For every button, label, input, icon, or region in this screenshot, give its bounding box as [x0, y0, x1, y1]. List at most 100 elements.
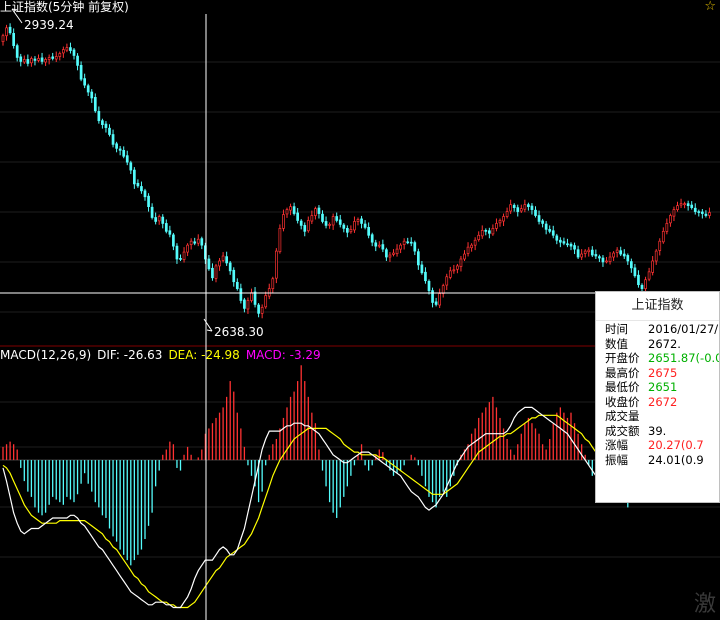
candle-body	[47, 57, 51, 60]
candle-body	[356, 219, 360, 222]
candle-body	[196, 238, 200, 244]
candle-body	[495, 223, 498, 229]
candle-body	[661, 230, 665, 243]
info-row: 涨幅 20.27(0.7	[596, 438, 719, 453]
candle-body	[214, 265, 218, 279]
candle-body	[150, 206, 154, 218]
candle-body	[264, 295, 268, 308]
star-icon[interactable]: ☆	[704, 0, 716, 14]
candle-body	[140, 186, 143, 192]
candle-body	[125, 155, 129, 163]
candle-body	[573, 245, 576, 250]
candle-body	[374, 242, 378, 247]
candle-body	[516, 207, 520, 212]
candle-body	[626, 255, 630, 262]
candle-body	[97, 111, 101, 122]
candle-body	[693, 207, 697, 212]
candle-body	[477, 234, 481, 240]
candle-body	[644, 279, 647, 289]
info-row: 收盘价 2672	[596, 395, 719, 410]
info-row: 成交量	[596, 409, 719, 424]
info-row-value: 2675	[648, 365, 678, 380]
candle-body	[385, 249, 388, 258]
candle-body	[612, 252, 615, 258]
candle-body	[637, 274, 640, 286]
candle-body	[83, 78, 87, 86]
candle-body	[548, 229, 552, 232]
candle-body	[61, 49, 65, 54]
candle-body	[253, 291, 257, 305]
candle-body	[118, 148, 122, 151]
candle-body	[22, 59, 26, 63]
candle-body	[445, 276, 449, 286]
candle-body	[388, 254, 392, 258]
candle-body	[296, 212, 299, 221]
candle-body	[708, 212, 711, 216]
candle-body	[530, 205, 534, 210]
info-row: 最高价 2675	[596, 366, 719, 381]
candle-body	[488, 230, 491, 234]
info-row-value: 2672.	[648, 336, 681, 351]
candle-body	[292, 206, 296, 214]
candle-body	[629, 261, 633, 269]
candle-body	[558, 239, 562, 243]
candle-body	[672, 209, 676, 217]
candle-body	[654, 250, 658, 262]
candle-body	[299, 220, 303, 226]
candle-body	[349, 229, 353, 233]
info-row-key: 成交额	[605, 423, 640, 438]
candle-body	[338, 219, 342, 225]
candle-body	[26, 59, 30, 64]
info-row-value: 2651.87(-0.0	[648, 351, 720, 365]
candle-body	[282, 214, 285, 229]
candle-body	[502, 216, 505, 222]
candle-body	[182, 251, 186, 260]
candle-body	[541, 220, 544, 224]
candle-body	[186, 244, 189, 253]
candle-body	[129, 162, 133, 171]
candle-body	[519, 208, 523, 212]
macd-legend: MACD(12,26,9) DIF: -26.63 DEA: -24.98 MACD:…	[0, 348, 327, 362]
candle-body	[377, 244, 381, 247]
candle-body	[342, 224, 346, 229]
candle-body	[448, 270, 452, 278]
candle-body	[221, 255, 225, 261]
info-row-value: 2016/01/27/13	[648, 322, 719, 336]
candle-body	[598, 256, 601, 259]
candle-body	[594, 254, 598, 257]
candle-body	[86, 85, 90, 93]
info-row-key: 最高价	[605, 365, 640, 380]
candle-body	[19, 56, 23, 62]
candle-body	[93, 97, 97, 112]
candle-body	[260, 307, 264, 314]
candle-body	[704, 213, 708, 216]
low-marker	[203, 318, 213, 332]
candle-body	[381, 244, 385, 250]
candle-body	[452, 269, 456, 272]
candle-body	[37, 58, 40, 61]
candle-body	[509, 204, 512, 212]
info-row-value: 24.01(0.9	[648, 452, 704, 467]
candle-body	[133, 169, 136, 185]
candle-body	[441, 285, 445, 294]
candle-body	[555, 235, 559, 241]
candle-body	[104, 123, 108, 128]
candle-body	[431, 290, 434, 303]
candle-body	[438, 293, 441, 306]
candle-body	[136, 182, 140, 187]
candle-body	[157, 216, 161, 222]
candle-body	[534, 209, 537, 216]
candle-body	[527, 204, 530, 207]
candle-body	[605, 260, 608, 263]
dea-value: DEA: -24.98	[168, 348, 240, 362]
candle-body	[122, 149, 126, 157]
info-row: 数值 2672.	[596, 337, 719, 352]
candle-body	[321, 213, 324, 222]
data-info-panel: 上证指数 时间 2016/01/27/13 数值 2672. 开盘价 2651.87(-0…	[595, 291, 720, 503]
info-row: 时间 2016/01/27/13	[596, 322, 719, 337]
candle-body	[456, 265, 459, 270]
candle-body	[544, 223, 548, 230]
info-row-value: 20.27(0.7	[648, 438, 704, 452]
candle-body	[580, 253, 584, 258]
candle-body	[651, 260, 655, 273]
